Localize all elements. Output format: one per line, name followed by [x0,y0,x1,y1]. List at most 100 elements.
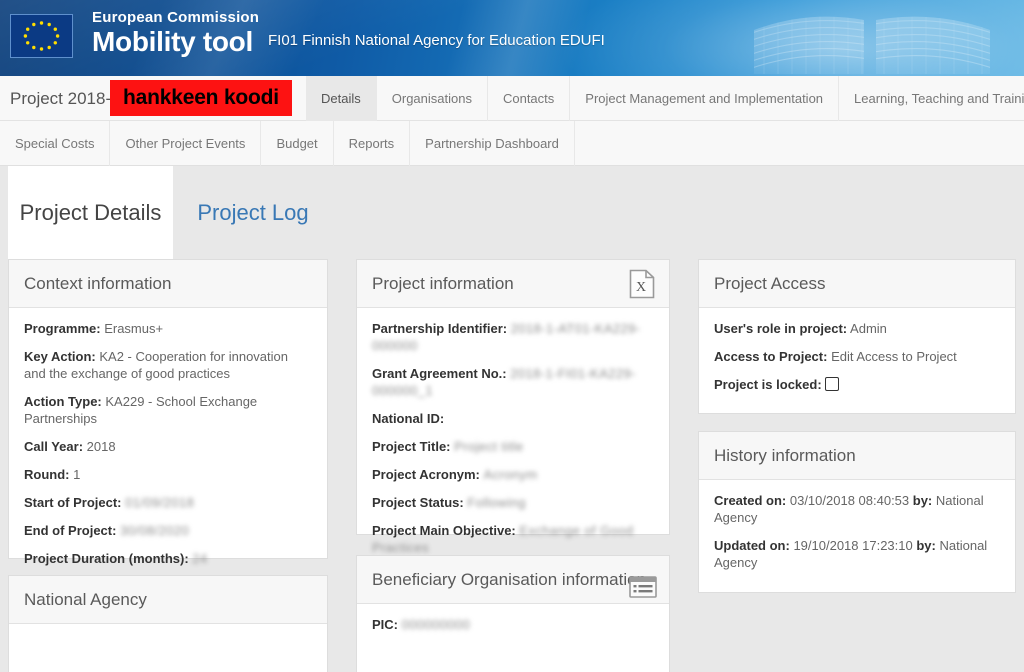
panel-project-access-header: Project Access [699,260,1015,308]
field-created-by-label: by: [912,493,933,508]
national-agency-title: FI01 Finnish National Agency for Educati… [268,32,605,49]
tab-details[interactable]: Details [306,76,376,121]
panel-national-agency-body [9,624,327,646]
panel-project-information-body: Partnership Identifier: 2018-1-AT01-KA22… [357,308,669,566]
field-call-year: Call Year: 2018 [24,438,312,455]
field-project-title-value: Project title [454,439,524,454]
field-project-acronym: Project Acronym: Acronym [372,466,654,483]
field-action-type: Action Type: KA229 - School Exchange Par… [24,393,312,427]
field-grant-agreement-no-label: Grant Agreement No.: [372,366,507,381]
field-updated-on: Updated on: 19/10/2018 17:23:10 by: Nati… [714,537,1000,571]
panel-history-information-title: History information [714,446,856,465]
field-updated-on-label: Updated on: [714,538,790,553]
field-project-is-locked: Project is locked: [714,376,1000,393]
field-project-duration-label: Project Duration (months): [24,551,189,566]
field-partnership-identifier: Partnership Identifier: 2018-1-AT01-KA22… [372,320,654,354]
content-area: Context information Programme: Erasmus+ … [0,259,1024,672]
tab-project-management-and-implementation[interactable]: Project Management and Implementation [569,76,838,121]
field-project-title-label: Project Title: [372,439,451,454]
subtab-project-log[interactable]: Project Log [173,166,333,259]
field-pic-label: PIC: [372,617,398,632]
panel-national-agency: National Agency [8,575,328,672]
field-key-action: Key Action: KA2 - Cooperation for innova… [24,348,312,382]
subtab-project-details[interactable]: Project Details [8,166,173,259]
field-grant-agreement-no: Grant Agreement No.: 2018-1-FI01-KA229-0… [372,365,654,399]
field-project-status: Project Status: Following [372,494,654,511]
svg-text:X: X [636,280,646,295]
field-updated-by-label: by: [916,538,936,553]
excel-export-icon[interactable]: X [629,269,655,302]
field-end-of-project: End of Project: 30/08/2020 [24,522,312,539]
field-pic-value: 000000000 [401,617,471,632]
field-project-title: Project Title: Project title [372,438,654,455]
field-round: Round: 1 [24,466,312,483]
berlaymont-building-graphic [754,16,990,74]
panel-context-information-title: Context information [24,274,172,293]
eu-flag-icon [10,14,73,58]
field-round-label: Round: [24,467,70,482]
tab-partnership-dashboard[interactable]: Partnership Dashboard [410,121,575,166]
field-users-role-label: User's role in project: [714,321,848,336]
panel-history-information: History information Created on: 03/10/20… [698,431,1016,593]
field-created-on-value: 03/10/2018 08:40:53 [789,493,910,508]
field-end-of-project-label: End of Project: [24,523,117,538]
tab-reports[interactable]: Reports [334,121,411,166]
tab-contacts[interactable]: Contacts [486,76,569,121]
tab-learning-teaching-and-training-activities[interactable]: Learning, Teaching and Training Activiti… [838,76,1024,121]
panel-beneficiary-organisation-body: PIC: 000000000 [357,604,669,643]
field-project-status-label: Project Status: [372,495,464,510]
field-updated-on-value: 19/10/2018 17:23:10 [793,538,913,553]
banner-glow [564,0,1024,76]
field-programme: Programme: Erasmus+ [24,320,312,337]
field-access-to-project-label: Access to Project: [714,349,828,364]
app-banner: European Commission Mobility tool FI01 F… [0,0,1024,76]
redaction-overlay: hankkeen koodi [110,80,292,116]
field-call-year-label: Call Year: [24,439,84,454]
field-project-main-objective-label: Project Main Objective: [372,523,516,538]
field-end-of-project-value: 30/08/2020 [120,523,190,538]
redaction-label: hankkeen koodi [123,86,279,109]
field-project-status-value: Following [467,495,526,510]
field-programme-label: Programme: [24,321,101,336]
field-created-on-label: Created on: [714,493,787,508]
tab-budget[interactable]: Budget [261,121,334,166]
list-details-icon[interactable] [629,576,657,601]
field-start-of-project-value: 01/09/2018 [125,495,195,510]
panel-beneficiary-organisation-title: Beneficiary Organisation information [372,570,647,589]
panel-project-access: Project Access User's role in project: A… [698,259,1016,414]
field-call-year-value: 2018 [86,439,116,454]
panel-project-access-body: User's role in project: Admin Access to … [699,308,1015,403]
panel-project-access-title: Project Access [714,274,826,293]
field-project-main-objective: Project Main Objective: Exchange of Good… [372,522,654,556]
project-code-label: Project 2018-1 [10,89,121,108]
field-project-acronym-label: Project Acronym: [372,467,480,482]
brand-block: European Commission Mobility tool [92,10,259,56]
panel-project-information: Project information X Partnership Identi… [356,259,670,555]
panel-context-information-header: Context information [9,260,327,308]
panel-context-information: Context information Programme: Erasmus+ … [8,259,328,566]
tab-other-project-events[interactable]: Other Project Events [110,121,262,166]
panel-beneficiary-organisation-information: Beneficiary Organisation information PIC… [356,555,670,672]
field-project-duration: Project Duration (months): 24 [24,550,312,567]
field-access-to-project-value: Edit Access to Project [831,349,957,364]
field-national-id-label: National ID: [372,411,445,426]
brand-product: Mobility tool [92,26,253,57]
brand-commission: European Commission [92,9,260,26]
panel-project-information-header: Project information X [357,260,669,308]
tab-special-costs[interactable]: Special Costs [0,121,111,166]
panel-context-information-body: Programme: Erasmus+ Key Action: KA2 - Co… [9,308,327,577]
panel-national-agency-title: National Agency [24,590,147,609]
field-round-value: 1 [73,467,81,482]
field-project-duration-value: 24 [192,551,208,566]
tab-organisations[interactable]: Organisations [375,76,487,121]
project-locked-checkbox[interactable] [824,377,839,391]
field-partnership-identifier-label: Partnership Identifier: [372,321,508,336]
subtab-bar: Project Details Project Log [0,166,1024,259]
secondary-navbar: Special Costs Other Project Events Budge… [0,121,1024,166]
panel-national-agency-header: National Agency [9,576,327,624]
field-project-acronym-value: Acronym [483,467,538,482]
field-key-action-label: Key Action: [24,349,96,364]
panel-history-information-header: History information [699,432,1015,480]
field-users-role-in-project: User's role in project: Admin [714,320,1000,337]
field-access-to-project: Access to Project: Edit Access to Projec… [714,348,1000,365]
